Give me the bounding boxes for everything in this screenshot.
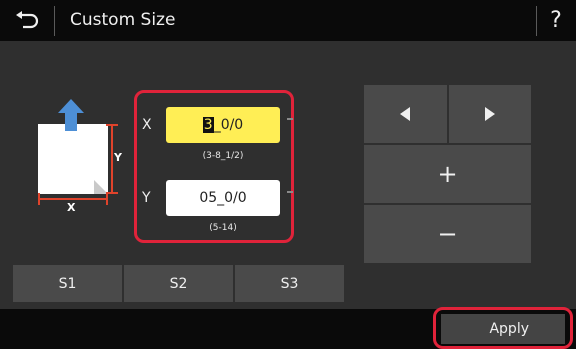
- y-size-field[interactable]: 05_0/0: [166, 180, 280, 216]
- apply-button[interactable]: Apply: [441, 314, 565, 344]
- x-size-field[interactable]: 3_0/0: [166, 107, 280, 143]
- title-bar: Custom Size ?: [0, 0, 576, 41]
- x-dimension-tick: [38, 193, 40, 205]
- y-dimension-tick: [106, 124, 118, 126]
- x-size-range: (3-8_1/2): [202, 151, 244, 161]
- x-dimension-line: [38, 198, 108, 200]
- preset-s2-button[interactable]: S2: [124, 265, 233, 302]
- plus-button[interactable]: +: [364, 145, 531, 203]
- help-button[interactable]: ?: [536, 0, 576, 41]
- back-button[interactable]: [0, 0, 54, 41]
- field-indicator: [287, 118, 293, 120]
- triangle-left-icon: [400, 107, 411, 121]
- minus-button[interactable]: −: [364, 205, 531, 263]
- y-axis-label: Y: [142, 190, 151, 206]
- triangle-right-icon: [484, 107, 495, 121]
- cursor-right-button[interactable]: [448, 85, 531, 143]
- preset-s3-button[interactable]: S3: [235, 265, 344, 302]
- page-title: Custom Size: [70, 10, 176, 30]
- header-divider: [54, 6, 55, 36]
- x-size-cursor: 3: [202, 117, 214, 133]
- field-indicator: [287, 191, 293, 193]
- feed-direction-arrow-icon: [58, 99, 84, 131]
- x-dimension-label: X: [67, 201, 76, 214]
- preset-s1-button[interactable]: S1: [13, 265, 122, 302]
- x-dimension-tick: [106, 193, 108, 205]
- y-dimension-line: [111, 124, 113, 194]
- back-arrow-icon: [16, 10, 39, 28]
- keypad: + −: [364, 85, 531, 263]
- preset-buttons: S1 S2 S3: [13, 265, 344, 302]
- cursor-left-button[interactable]: [364, 85, 447, 143]
- y-dimension-label: Y: [114, 151, 122, 164]
- x-axis-label: X: [142, 117, 152, 133]
- y-size-range: (5-14): [209, 223, 237, 233]
- x-size-value: _0/0: [213, 117, 244, 133]
